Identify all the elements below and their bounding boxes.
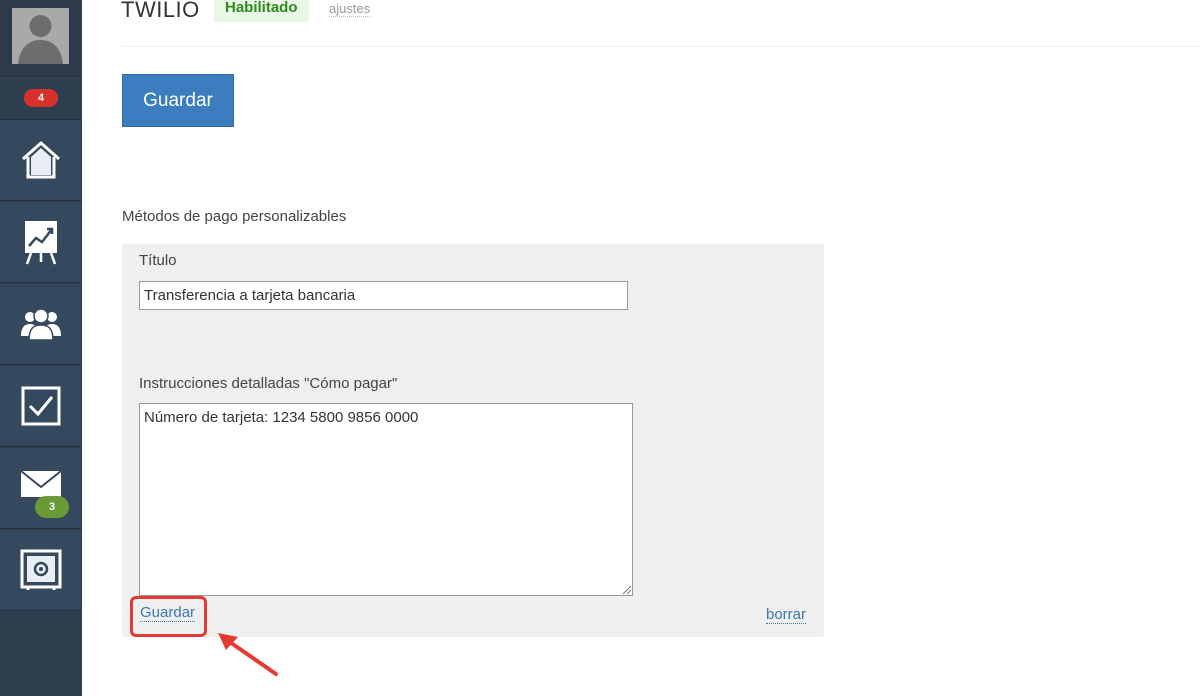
delete-method-link[interactable]: borrar: [766, 606, 807, 624]
settings-link[interactable]: ajustes: [329, 1, 371, 17]
user-avatar-icon: [12, 8, 69, 64]
instructions-textarea[interactable]: Número de tarjeta: 1234 5800 9856 0000: [139, 403, 633, 596]
avatar[interactable]: [0, 0, 81, 77]
title-input[interactable]: Transferencia a tarjeta bancaria: [139, 281, 628, 310]
sidebar-item-contacts[interactable]: [0, 284, 81, 365]
save-button[interactable]: Guardar: [122, 74, 234, 127]
sidebar-footer: [0, 612, 81, 696]
section-title: Métodos de pago personalizables: [122, 208, 347, 225]
sidebar: 4 3: [0, 0, 82, 696]
sidebar-item-safe[interactable]: [0, 530, 81, 611]
status-badge: Habilitado: [214, 0, 309, 22]
notifications-badge: 4: [24, 89, 58, 107]
users-icon: [20, 308, 61, 341]
page-title: TWILIO: [121, 0, 200, 22]
sidebar-item-tasks[interactable]: [0, 366, 81, 447]
home-icon: [21, 141, 60, 179]
chart-board-icon: [24, 221, 57, 265]
highlight-box: [130, 596, 207, 637]
resize-handle-icon[interactable]: [620, 583, 632, 595]
safe-icon: [20, 549, 61, 590]
title-label: Título: [139, 252, 177, 269]
mail-badge: 3: [35, 496, 69, 518]
sidebar-item-home[interactable]: [0, 120, 81, 201]
divider: [121, 46, 1200, 47]
notifications-row[interactable]: 4: [0, 77, 81, 120]
checkbox-icon: [21, 386, 60, 426]
instructions-label: Instrucciones detalladas "Cómo pagar": [139, 375, 398, 392]
sidebar-item-reports[interactable]: [0, 202, 81, 283]
arrow-annotation-icon: [218, 633, 278, 676]
